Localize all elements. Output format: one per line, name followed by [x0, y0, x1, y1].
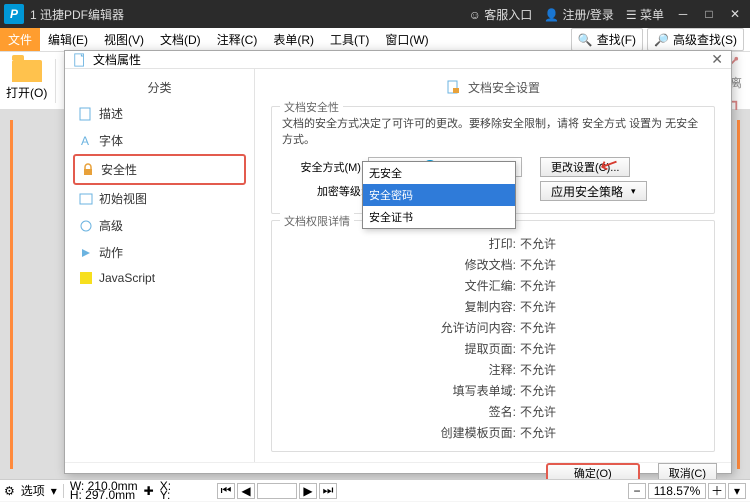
cat-security[interactable]: 安全性 — [73, 154, 246, 185]
option-certificate[interactable]: 安全证书 — [363, 206, 515, 228]
security-desc: 文档的安全方式决定了可许可的更改。要移除安全限制，请将 安全方式 设置为 无安全… — [282, 115, 704, 147]
menu-view[interactable]: 视图(V) — [96, 28, 152, 51]
perm-row: 修改文档:不允许 — [282, 254, 704, 275]
permissions-fieldset: 文档权限详情 打印:不允许 修改文档:不允许 文件汇编:不允许 复制内容:不允许… — [271, 220, 715, 452]
maximize-button[interactable]: □ — [702, 7, 716, 21]
page-h: H: 297.0mm — [70, 491, 138, 500]
cursor-y: Y: — [160, 491, 171, 500]
category-header: 分类 — [73, 75, 246, 100]
close-button[interactable]: ✕ — [728, 7, 742, 21]
dialog-titlebar: 文档属性 ✕ — [65, 51, 731, 69]
cat-initial-view[interactable]: 初始视图 — [73, 185, 246, 212]
menu-window[interactable]: 窗口(W) — [377, 28, 436, 51]
encryption-level-label: 加密等级: — [282, 183, 368, 199]
cat-javascript[interactable]: JavaScript — [73, 266, 246, 290]
perm-row: 允许访问内容:不允许 — [282, 317, 704, 338]
menu-form[interactable]: 表单(R) — [265, 28, 322, 51]
perm-row: 注释:不允许 — [282, 359, 704, 380]
titlebar: P 1 迅捷PDF编辑器 ☺ 客服入口 👤 注册/登录 ☰ 菜单 ─ □ ✕ — [0, 0, 750, 28]
security-settings-panel: 文档安全设置 文档安全性 文档的安全方式决定了可许可的更改。要移除安全限制，请将… — [255, 69, 731, 462]
menu-comment[interactable]: 注释(C) — [209, 28, 266, 51]
support-link[interactable]: ☺ 客服入口 — [469, 6, 533, 23]
perm-row: 签名:不允许 — [282, 401, 704, 422]
app-logo: P — [4, 4, 24, 24]
cat-actions[interactable]: 动作 — [73, 239, 246, 266]
permissions-list: 打印:不允许 修改文档:不允许 文件汇编:不允许 复制内容:不允许 允许访问内容… — [282, 229, 704, 443]
doc-icon — [73, 53, 87, 67]
account-link[interactable]: 👤 注册/登录 — [544, 6, 614, 23]
menu-tool[interactable]: 工具(T) — [322, 28, 377, 51]
permissions-legend: 文档权限详情 — [280, 213, 354, 229]
main-menu[interactable]: ☰ 菜单 — [626, 6, 664, 23]
security-legend: 文档安全性 — [280, 99, 343, 115]
perm-row: 提取页面:不允许 — [282, 338, 704, 359]
perm-row: 复制内容:不允许 — [282, 296, 704, 317]
option-no-security[interactable]: 无安全 — [363, 162, 515, 184]
menu-edit[interactable]: 编辑(E) — [40, 28, 96, 51]
nav-first[interactable]: ⏮ — [217, 483, 235, 499]
document-properties-dialog: 文档属性 ✕ 分类 描述 A字体 安全性 初始视图 高级 动作 JavaScri… — [64, 50, 732, 474]
find-button[interactable]: 🔍 查找(F) — [571, 28, 643, 51]
category-panel: 分类 描述 A字体 安全性 初始视图 高级 动作 JavaScript — [65, 69, 255, 462]
minimize-button[interactable]: ─ — [676, 7, 690, 21]
security-fieldset: 文档安全性 文档的安全方式决定了可许可的更改。要移除安全限制，请将 安全方式 设… — [271, 106, 715, 214]
folder-icon — [12, 60, 42, 82]
panel-title: 文档安全设置 — [271, 77, 715, 100]
nav-last[interactable]: ⏭ — [319, 483, 337, 499]
zoom-out-button[interactable]: − — [628, 483, 646, 499]
dialog-title: 文档属性 — [93, 51, 141, 68]
cat-advanced[interactable]: 高级 — [73, 212, 246, 239]
advanced-find-button[interactable]: 🔎 高级查找(S) — [647, 28, 744, 51]
menubar: 文件 编辑(E) 视图(V) 文档(D) 注释(C) 表单(R) 工具(T) 窗… — [0, 28, 750, 52]
perm-row: 文件汇编:不允许 — [282, 275, 704, 296]
svg-text:A: A — [81, 134, 89, 148]
dialog-close-button[interactable]: ✕ — [711, 51, 723, 68]
perm-row: 填写表单域:不允许 — [282, 380, 704, 401]
nav-next[interactable]: ▶ — [299, 483, 317, 499]
perm-row: 打印:不允许 — [282, 233, 704, 254]
nav-prev[interactable]: ◀ — [237, 483, 255, 499]
app-title: 1 迅捷PDF编辑器 — [30, 6, 469, 23]
security-method-label: 安全方式(M): — [282, 159, 368, 175]
perm-row: 创建模板页面:不允许 — [282, 422, 704, 443]
menu-doc[interactable]: 文档(D) — [152, 28, 209, 51]
option-password[interactable]: 安全密码 — [363, 184, 515, 206]
cat-fonts[interactable]: A字体 — [73, 127, 246, 154]
menu-file[interactable]: 文件 — [0, 28, 40, 51]
zoom-in-button[interactable]: ＋ — [708, 483, 726, 499]
open-button[interactable]: 打开(O) — [6, 60, 47, 101]
zoom-input[interactable]: 118.57% — [648, 483, 706, 499]
apply-policy-button[interactable]: 应用安全策略▾ — [540, 181, 647, 201]
zoom-dropdown[interactable]: ▾ — [728, 483, 746, 499]
open-label: 打开(O) — [6, 84, 47, 101]
options-button[interactable]: 选项 — [21, 482, 45, 499]
page-indicator[interactable] — [257, 483, 297, 499]
security-method-dropdown: 无安全 安全密码 安全证书 — [362, 161, 516, 229]
change-settings-button[interactable]: 更改设置(C)... — [540, 157, 630, 177]
cat-description[interactable]: 描述 — [73, 100, 246, 127]
status-bar: ⚙ 选项▾ W: 210.0mm H: 297.0mm ✚ X: Y: ⏮ ◀ … — [0, 479, 750, 501]
lock-doc-icon — [446, 80, 462, 96]
